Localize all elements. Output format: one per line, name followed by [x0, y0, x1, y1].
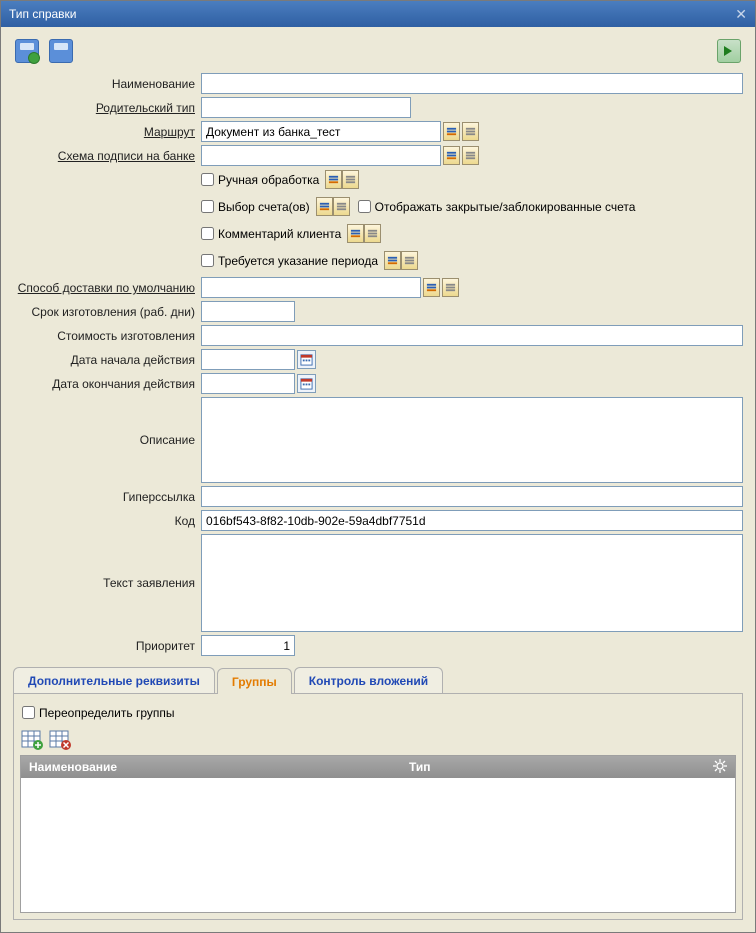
- close-icon[interactable]: ✕: [735, 6, 747, 23]
- tab-panel-groups: Переопределить группы Наименование Тип: [13, 693, 743, 920]
- grid-col-type[interactable]: Тип: [401, 760, 705, 774]
- label-code: Код: [13, 510, 201, 528]
- account-clear-button[interactable]: [333, 197, 350, 216]
- grid-remove-button[interactable]: [48, 729, 72, 751]
- label-statement-text: Текст заявления: [13, 576, 201, 590]
- save-button[interactable]: [47, 37, 75, 65]
- manual-proc-pick-button[interactable]: [325, 170, 342, 189]
- label-prod-cost: Стоимость изготовления: [13, 325, 201, 343]
- end-date-input[interactable]: [201, 373, 295, 394]
- prod-cost-input[interactable]: [201, 325, 743, 346]
- calendar-icon: [300, 353, 313, 366]
- manual-proc-clear-button[interactable]: [342, 170, 359, 189]
- window-title: Тип справки: [9, 7, 77, 21]
- comment-clear-button[interactable]: [364, 224, 381, 243]
- gear-icon: [713, 759, 727, 773]
- calendar-icon: [300, 377, 313, 390]
- grid-header: Наименование Тип: [21, 756, 735, 778]
- label-hyperlink: Гиперссылка: [13, 486, 201, 504]
- label-end-date: Дата окончания действия: [13, 373, 201, 391]
- floppy-check-icon: [15, 39, 39, 63]
- route-input[interactable]: [201, 121, 441, 142]
- period-required-checkbox[interactable]: Требуется указание периода: [201, 250, 378, 271]
- clear-icon: [465, 126, 476, 137]
- list-icon: [446, 150, 457, 161]
- tab-extra-requisites[interactable]: Дополнительные реквизиты: [13, 667, 215, 693]
- clear-icon: [445, 282, 456, 293]
- list-icon: [446, 126, 457, 137]
- tab-groups[interactable]: Группы: [217, 668, 292, 694]
- account-pick-button[interactable]: [316, 197, 333, 216]
- priority-input[interactable]: [201, 635, 295, 656]
- titlebar: Тип справки ✕: [1, 1, 755, 27]
- delivery-method-input[interactable]: [201, 277, 421, 298]
- groups-grid: Наименование Тип: [20, 755, 736, 913]
- override-groups-checkbox[interactable]: Переопределить группы: [22, 702, 736, 723]
- label-route[interactable]: Маршрут: [13, 121, 201, 139]
- hyperlink-input[interactable]: [201, 486, 743, 507]
- clear-icon: [404, 255, 415, 266]
- label-priority: Приоритет: [13, 635, 201, 653]
- show-closed-checkbox[interactable]: Отображать закрытые/заблокированные счет…: [358, 196, 636, 217]
- start-date-input[interactable]: [201, 349, 295, 370]
- delivery-clear-button[interactable]: [442, 278, 459, 297]
- period-clear-button[interactable]: [401, 251, 418, 270]
- grid-col-name[interactable]: Наименование: [21, 760, 401, 774]
- grid-add-icon: [21, 730, 43, 750]
- form: Наименование Родительский тип Маршрут Сх…: [1, 71, 755, 663]
- parent-type-input[interactable]: [201, 97, 411, 118]
- label-parent-type[interactable]: Родительский тип: [13, 97, 201, 115]
- signature-scheme-input[interactable]: [201, 145, 441, 166]
- label-name: Наименование: [13, 73, 201, 91]
- list-icon: [350, 228, 361, 239]
- client-comment-checkbox[interactable]: Комментарий клиента: [201, 223, 341, 244]
- label-description: Описание: [13, 433, 201, 447]
- delivery-pick-button[interactable]: [423, 278, 440, 297]
- end-date-picker-button[interactable]: [297, 374, 316, 393]
- list-icon: [328, 174, 339, 185]
- comment-pick-button[interactable]: [347, 224, 364, 243]
- window: Тип справки ✕ Наименование Родительский …: [0, 0, 756, 933]
- grid-body[interactable]: [21, 778, 735, 912]
- list-icon: [426, 282, 437, 293]
- grid-settings-button[interactable]: [705, 759, 735, 776]
- exit-button[interactable]: [715, 37, 743, 65]
- save-and-apply-button[interactable]: [13, 37, 41, 65]
- grid-remove-icon: [49, 730, 71, 750]
- list-icon: [319, 201, 330, 212]
- clear-icon: [367, 228, 378, 239]
- route-clear-button[interactable]: [462, 122, 479, 141]
- route-pick-button[interactable]: [443, 122, 460, 141]
- label-start-date: Дата начала действия: [13, 349, 201, 367]
- start-date-picker-button[interactable]: [297, 350, 316, 369]
- clear-icon: [336, 201, 347, 212]
- period-pick-button[interactable]: [384, 251, 401, 270]
- signature-clear-button[interactable]: [462, 146, 479, 165]
- label-signature-scheme[interactable]: Схема подписи на банке: [13, 145, 201, 163]
- exit-icon: [717, 39, 741, 63]
- name-input[interactable]: [201, 73, 743, 94]
- prod-time-input[interactable]: [201, 301, 295, 322]
- list-icon: [387, 255, 398, 266]
- code-input[interactable]: [201, 510, 743, 531]
- tab-attachments-control[interactable]: Контроль вложений: [294, 667, 443, 693]
- clear-icon: [465, 150, 476, 161]
- toolbar: [1, 27, 755, 71]
- tabs-container: Дополнительные реквизиты Группы Контроль…: [13, 667, 743, 920]
- statement-textarea[interactable]: [201, 534, 743, 632]
- label-delivery-method[interactable]: Способ доставки по умолчанию: [13, 277, 201, 295]
- label-prod-time: Срок изготовления (раб. дни): [13, 301, 201, 319]
- account-selection-checkbox[interactable]: Выбор счета(ов): [201, 196, 310, 217]
- floppy-icon: [49, 39, 73, 63]
- grid-add-button[interactable]: [20, 729, 44, 751]
- manual-processing-checkbox[interactable]: Ручная обработка: [201, 169, 319, 190]
- signature-pick-button[interactable]: [443, 146, 460, 165]
- description-textarea[interactable]: [201, 397, 743, 483]
- clear-icon: [345, 174, 356, 185]
